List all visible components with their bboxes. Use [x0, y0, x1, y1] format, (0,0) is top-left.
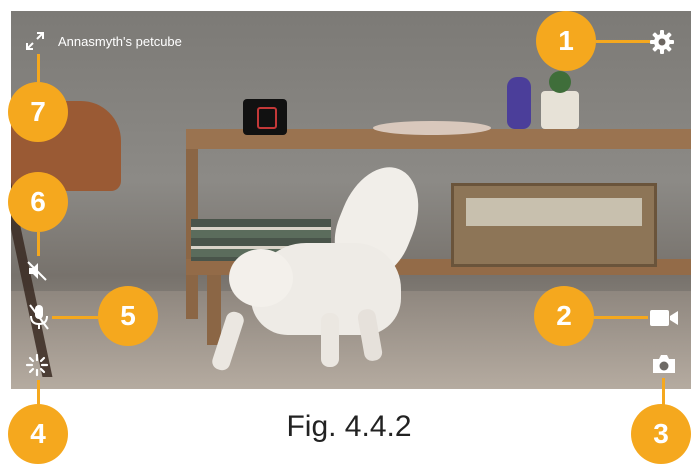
speaker-mute-icon [27, 261, 47, 281]
callout-1-leader [596, 40, 650, 43]
laser-button[interactable] [24, 352, 50, 378]
cat-head [229, 249, 293, 307]
callout-7-leader [37, 54, 40, 82]
cat-leg [321, 313, 339, 367]
callout-7: 7 [8, 82, 68, 142]
settings-button[interactable] [648, 28, 676, 56]
fullscreen-icon [26, 32, 44, 50]
callout-5-leader [52, 316, 98, 319]
callout-2: 2 [534, 286, 594, 346]
callout-6: 6 [8, 172, 68, 232]
camera-icon [653, 355, 675, 373]
camera-name: Annasmyth's petcube [58, 34, 182, 49]
stereo-receiver [451, 183, 657, 267]
record-video-button[interactable] [648, 306, 680, 330]
callout-4-leader [37, 380, 40, 406]
callout-6-leader [37, 232, 40, 256]
tray [373, 121, 491, 135]
microphone-off-icon [29, 304, 49, 330]
plant [549, 71, 571, 93]
figure-caption: Fig. 4.4.2 [286, 410, 412, 443]
gear-icon [650, 30, 674, 54]
petcube-device [243, 99, 287, 135]
snapshot-button[interactable] [650, 352, 678, 376]
fullscreen-button[interactable] [24, 30, 46, 52]
mute-speaker-button[interactable] [24, 258, 50, 284]
laser-icon [25, 353, 49, 377]
plant-pot [541, 91, 579, 129]
video-camera-icon [650, 310, 678, 326]
vase [507, 77, 531, 129]
microphone-button[interactable] [26, 302, 52, 332]
callout-5: 5 [98, 286, 158, 346]
callout-2-leader [594, 316, 648, 319]
shelf-leg [207, 275, 221, 345]
callout-1: 1 [536, 11, 596, 71]
